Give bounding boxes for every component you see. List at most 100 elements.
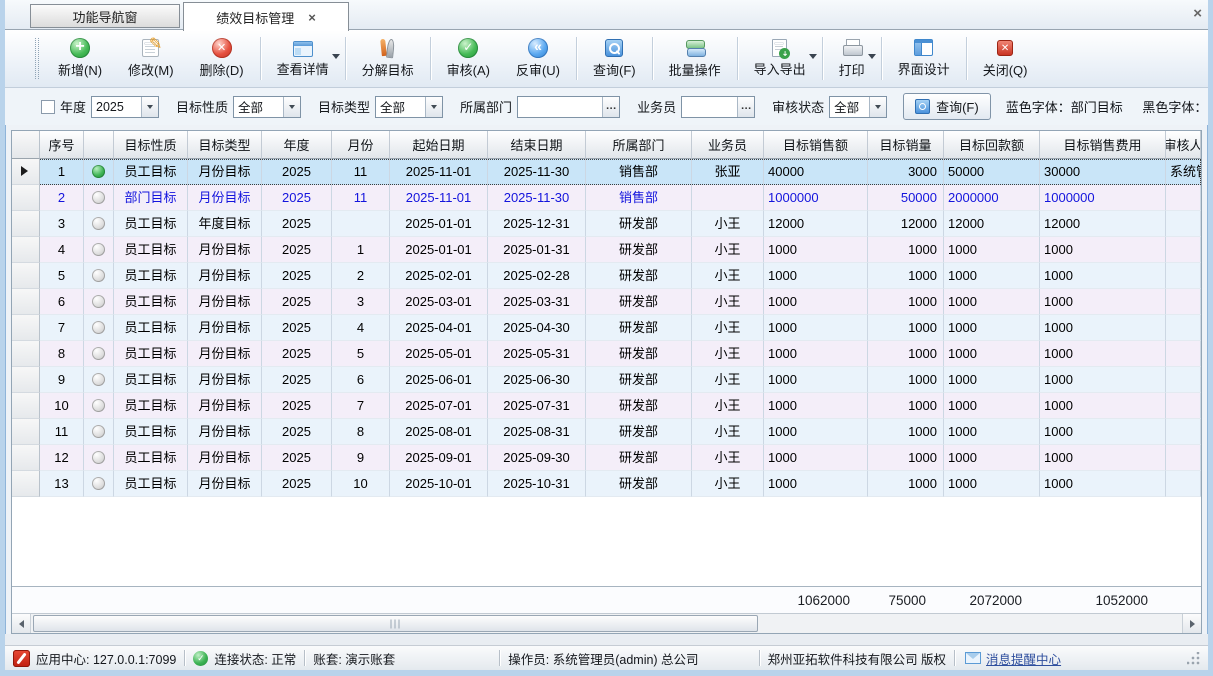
audit-button[interactable]: 审核(A)	[434, 30, 503, 87]
cell-month[interactable]: 1	[332, 237, 390, 263]
cell-collection[interactable]: 2000000	[944, 185, 1040, 211]
cell-year[interactable]: 2025	[262, 159, 332, 185]
cell-nature[interactable]: 部门目标	[114, 185, 188, 211]
column-header-status[interactable]	[84, 131, 114, 159]
chevron-down-icon[interactable]	[869, 97, 886, 117]
cell-type[interactable]: 月份目标	[188, 471, 262, 497]
cell-nature[interactable]: 员工目标	[114, 445, 188, 471]
cell-type[interactable]: 月份目标	[188, 237, 262, 263]
cell-volume[interactable]: 1000	[868, 263, 944, 289]
cell-status[interactable]	[84, 263, 114, 289]
cell-collection[interactable]: 1000	[944, 445, 1040, 471]
cell-nature[interactable]: 员工目标	[114, 471, 188, 497]
cell-volume[interactable]: 12000	[868, 211, 944, 237]
cell-nature[interactable]: 员工目标	[114, 393, 188, 419]
table-row[interactable]: 8员工目标月份目标202552025-05-012025-05-31研发部小王1…	[12, 341, 1201, 367]
cell-type[interactable]: 月份目标	[188, 263, 262, 289]
add-button[interactable]: 新增(N)	[45, 30, 115, 87]
cell-person[interactable]: 小王	[692, 315, 764, 341]
column-header-type[interactable]: 目标类型	[188, 131, 262, 159]
cell-month[interactable]: 3	[332, 289, 390, 315]
cell-dept[interactable]: 研发部	[586, 237, 692, 263]
cell-nature[interactable]: 员工目标	[114, 263, 188, 289]
cell-nature[interactable]: 员工目标	[114, 367, 188, 393]
table-row[interactable]: 11员工目标月份目标202582025-08-012025-08-31研发部小王…	[12, 419, 1201, 445]
cell-year[interactable]: 2025	[262, 367, 332, 393]
row-header-cell[interactable]	[12, 445, 40, 471]
cell-type[interactable]: 月份目标	[188, 185, 262, 211]
cell-year[interactable]: 2025	[262, 315, 332, 341]
cell-nature[interactable]: 员工目标	[114, 289, 188, 315]
cell-auditor[interactable]	[1166, 471, 1201, 497]
cell-expense[interactable]: 1000000	[1040, 185, 1166, 211]
cell-dept[interactable]: 研发部	[586, 419, 692, 445]
cell-collection[interactable]: 1000	[944, 471, 1040, 497]
cell-year[interactable]: 2025	[262, 211, 332, 237]
cell-person[interactable]: 小王	[692, 237, 764, 263]
cell-dept[interactable]: 销售部	[586, 185, 692, 211]
cell-status[interactable]	[84, 367, 114, 393]
cell-auditor[interactable]	[1166, 341, 1201, 367]
cell-volume[interactable]: 1000	[868, 341, 944, 367]
cell-month[interactable]: 9	[332, 445, 390, 471]
table-row[interactable]: 5员工目标月份目标202522025-02-012025-02-28研发部小王1…	[12, 263, 1201, 289]
chevron-down-icon[interactable]	[425, 97, 442, 117]
cell-auditor[interactable]	[1166, 419, 1201, 445]
cell-sales[interactable]: 1000	[764, 315, 868, 341]
ui-design-button[interactable]: 界面设计	[885, 30, 963, 87]
cell-year[interactable]: 2025	[262, 393, 332, 419]
cell-collection[interactable]: 1000	[944, 341, 1040, 367]
cell-status[interactable]	[84, 211, 114, 237]
print-button[interactable]: 打印	[826, 30, 878, 87]
dropdown-arrow-icon[interactable]	[868, 54, 876, 59]
cell-type[interactable]: 月份目标	[188, 367, 262, 393]
cell-seq[interactable]: 5	[40, 263, 84, 289]
cell-sales[interactable]: 1000	[764, 341, 868, 367]
table-row[interactable]: 7员工目标月份目标202542025-04-012025-04-30研发部小王1…	[12, 315, 1201, 341]
cell-seq[interactable]: 2	[40, 185, 84, 211]
cell-start[interactable]: 2025-07-01	[390, 393, 488, 419]
cell-person[interactable]: 小王	[692, 419, 764, 445]
cell-dept[interactable]: 研发部	[586, 263, 692, 289]
cell-person[interactable]: 小王	[692, 471, 764, 497]
row-header-cell[interactable]	[12, 211, 40, 237]
cell-start[interactable]: 2025-11-01	[390, 185, 488, 211]
cell-dept[interactable]: 销售部	[586, 159, 692, 185]
table-row[interactable]: 3员工目标年度目标20252025-01-012025-12-31研发部小王12…	[12, 211, 1201, 237]
cell-sales[interactable]: 1000	[764, 367, 868, 393]
cell-sales[interactable]: 1000000	[764, 185, 868, 211]
toolbar-grip[interactable]	[35, 38, 39, 79]
table-row[interactable]: 13员工目标月份目标2025102025-10-012025-10-31研发部小…	[12, 471, 1201, 497]
row-header-cell[interactable]	[12, 289, 40, 315]
cell-start[interactable]: 2025-01-01	[390, 211, 488, 237]
cell-dept[interactable]: 研发部	[586, 341, 692, 367]
tab-close-icon[interactable]: ×	[308, 10, 316, 25]
row-header-cell[interactable]	[12, 471, 40, 497]
cell-dept[interactable]: 研发部	[586, 393, 692, 419]
query-button[interactable]: 查询(F)	[580, 30, 649, 87]
cell-year[interactable]: 2025	[262, 419, 332, 445]
cell-volume[interactable]: 1000	[868, 289, 944, 315]
decompose-target-button[interactable]: 分解目标	[349, 30, 427, 87]
dropdown-arrow-icon[interactable]	[332, 54, 340, 59]
scroll-right-button[interactable]	[1182, 614, 1201, 633]
cell-seq[interactable]: 9	[40, 367, 84, 393]
cell-month[interactable]: 8	[332, 419, 390, 445]
cell-person[interactable]: 小王	[692, 263, 764, 289]
audit-status-select[interactable]: 全部	[829, 96, 887, 118]
cell-expense[interactable]: 1000	[1040, 471, 1166, 497]
close-button[interactable]: 关闭(Q)	[970, 30, 1041, 87]
cell-collection[interactable]: 1000	[944, 315, 1040, 341]
cell-person[interactable]: 小王	[692, 445, 764, 471]
dropdown-arrow-icon[interactable]	[809, 54, 817, 59]
cell-person[interactable]	[692, 185, 764, 211]
row-header-cell[interactable]	[12, 159, 40, 185]
column-header-person[interactable]: 业务员	[692, 131, 764, 159]
row-header-cell[interactable]	[12, 185, 40, 211]
cell-month[interactable]: 2	[332, 263, 390, 289]
cell-expense[interactable]: 1000	[1040, 315, 1166, 341]
ellipsis-picker-icon[interactable]: …	[602, 97, 619, 117]
resize-grip-icon[interactable]	[1187, 652, 1200, 665]
cell-status[interactable]	[84, 393, 114, 419]
cell-start[interactable]: 2025-10-01	[390, 471, 488, 497]
